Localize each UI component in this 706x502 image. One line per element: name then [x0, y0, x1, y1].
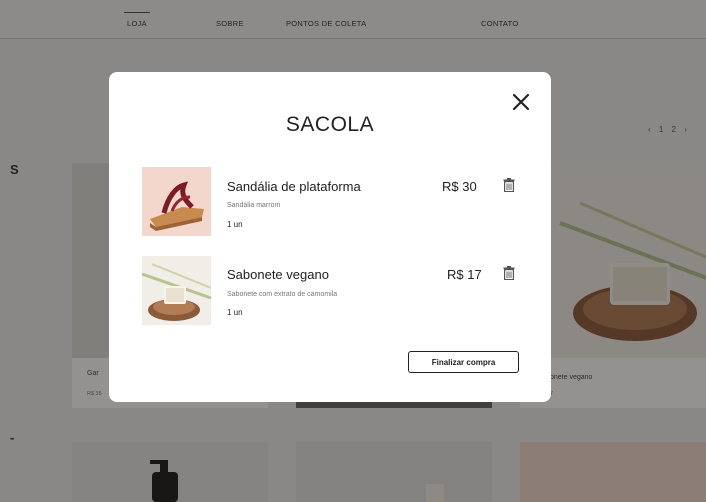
trash-icon[interactable]	[503, 266, 515, 280]
close-icon[interactable]	[511, 92, 531, 112]
trash-icon[interactable]	[503, 178, 515, 192]
cart-modal: SACOLA Sandália de plataforma Sandália m…	[109, 72, 551, 402]
cart-item-name: Sandália de plataforma	[227, 179, 361, 194]
cart-item-description: Sabonete com extrato de camomila	[227, 291, 338, 298]
cart-item-quantity: 1 un	[227, 308, 243, 317]
cart-title: SACOLA	[285, 113, 375, 136]
cart-item-name: Sabonete vegano	[227, 267, 329, 282]
cart-item-quantity: 1 un	[227, 220, 243, 229]
cart-item-description: Sandália marrom	[227, 202, 281, 209]
checkout-button[interactable]: Finalizar compra	[408, 351, 519, 373]
product-thumbnail-soap	[142, 256, 211, 325]
cart-item-price: R$ 17	[447, 267, 482, 282]
product-thumbnail-sandal	[142, 167, 211, 236]
cart-item-price: R$ 30	[442, 179, 477, 194]
